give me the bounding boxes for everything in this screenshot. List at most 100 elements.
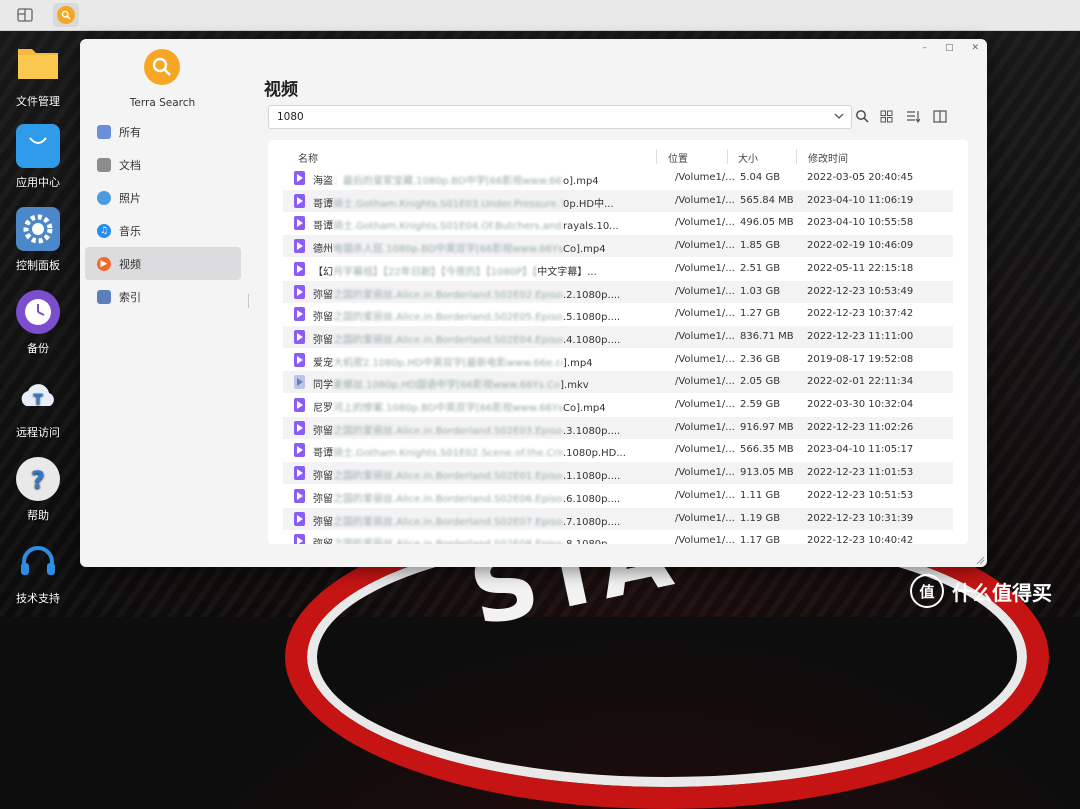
sidebar-item-documents[interactable]: 文档 xyxy=(85,148,241,181)
file-name-prefix: 弥留 xyxy=(313,516,333,528)
search-icon[interactable] xyxy=(853,107,871,125)
file-name-prefix: 爱宠 xyxy=(313,357,333,369)
file-name-obscured: 骑士.Gotham.Knights.S01E04.Of.Butchers.and… xyxy=(333,221,563,233)
file-size: 1.85 GB xyxy=(740,240,781,252)
sidebar-item-video[interactable]: ▶ 视频 xyxy=(85,247,241,280)
table-row[interactable]: 弥留之国的爱丽丝.Alice.in.Borderland.S02E02.Epis… xyxy=(283,280,953,303)
desktop-icon-file-manager[interactable]: 文件管理 xyxy=(0,43,76,109)
desktop-icon-control-panel[interactable]: 控制面板 xyxy=(0,207,76,273)
sidebar-resize-handle[interactable] xyxy=(248,294,249,308)
desktop-icon-help[interactable]: ? 帮助 xyxy=(0,457,76,523)
music-icon: ♫ xyxy=(97,223,111,238)
desktop-icon-remote-access[interactable]: T 远程访问 xyxy=(0,374,76,440)
watermark: 值 什么值得买 xyxy=(910,574,1052,608)
close-icon[interactable]: ✕ xyxy=(971,43,979,53)
file-modified: 2022-03-30 10:32:04 xyxy=(807,399,914,410)
column-header-size[interactable]: 大小 xyxy=(738,150,758,165)
file-size: 5.04 GB xyxy=(740,172,781,183)
file-name-suffix: .5.1080p.... xyxy=(563,312,621,324)
table-row[interactable]: 哥谭骑士.Gotham.Knights.S01E02.Scene.of.the.… xyxy=(283,439,953,461)
file-name: 哥谭骑士.Gotham.Knights.S01E02.Scene.of.the.… xyxy=(313,444,638,459)
file-size: 2.51 GB xyxy=(740,262,781,274)
sidebar-item-index[interactable]: 索引 xyxy=(85,280,241,313)
file-name-suffix: .6.1080p.... xyxy=(563,493,621,505)
resize-grip-icon[interactable] xyxy=(975,555,985,565)
file-name-suffix: o].mp4 xyxy=(563,176,599,187)
desktop-icon-app-center[interactable]: 应用中心 xyxy=(0,124,76,190)
table-row[interactable]: 同学麦娜丝.1080p.HD国语中字[66影视www.66Ys.Co].mkv /… xyxy=(283,371,953,394)
file-name: 尼罗河上的惨案.1080p.BD中英双字[66影视www.66Ys.Co].mp… xyxy=(313,399,638,414)
search-field[interactable] xyxy=(268,105,852,129)
video-file-icon xyxy=(294,466,305,481)
file-location: /Volume1/... xyxy=(675,172,735,183)
table-row[interactable]: 弥留之国的爱丽丝.Alice.in.Borderland.S02E07.Epis… xyxy=(283,507,953,530)
table-row[interactable]: 弥留之国的爱丽丝.Alice.in.Borderland.S02E05.Epis… xyxy=(283,303,953,325)
table-row[interactable]: 哥谭骑士.Gotham.Knights.S01E03.Under.Pressur… xyxy=(283,189,953,212)
sidebar-item-photos[interactable]: 照片 xyxy=(85,181,241,214)
file-name-suffix: .4.1080p.... xyxy=(563,334,621,346)
file-name: 弥留之国的爱丽丝.Alice.in.Borderland.S02E05.Epis… xyxy=(313,308,638,323)
file-name-suffix: .7.1080p.... xyxy=(563,516,621,528)
file-location: /Volume1/... xyxy=(675,489,735,501)
file-name-prefix: 德州 xyxy=(313,244,333,256)
taskbar-terra-search-icon[interactable] xyxy=(53,3,79,27)
file-name: 哥谭骑士.Gotham.Knights.S01E04.Of.Butchers.a… xyxy=(313,217,638,232)
desktop-icon-label: 技术支持 xyxy=(16,592,60,605)
column-divider[interactable] xyxy=(796,149,797,164)
file-name-prefix: 海盗 xyxy=(313,176,333,187)
chevron-down-icon[interactable] xyxy=(833,110,845,122)
file-location: /Volume1/... xyxy=(675,376,735,388)
file-location: /Volume1/... xyxy=(675,467,735,479)
desktop-icon-tech-support[interactable]: 技术支持 xyxy=(0,540,76,606)
file-name: 弥留之国的爱丽丝.Alice.in.Borderland.S02E04.Epis… xyxy=(313,331,638,346)
desktop-icon-backup[interactable]: 备份 xyxy=(0,290,76,356)
table-row[interactable]: 哥谭骑士.Gotham.Knights.S01E04.Of.Butchers.a… xyxy=(283,212,953,234)
table-row[interactable]: 弥留之国的爱丽丝.Alice.in.Borderland.S02E01.Epis… xyxy=(283,462,953,485)
window-switcher-icon[interactable] xyxy=(12,3,38,27)
table-row[interactable]: 海盗：最后的皇家宝藏.1080p.BD中字[66影视www.66Ys.Co].m… xyxy=(283,167,953,189)
maximize-icon[interactable]: □ xyxy=(945,43,954,53)
table-row[interactable]: 尼罗河上的惨案.1080p.BD中英双字[66影视www.66Ys.Co].mp… xyxy=(283,394,953,416)
search-input[interactable] xyxy=(275,110,819,124)
file-name-prefix: 【幻 xyxy=(313,266,333,278)
column-divider[interactable] xyxy=(727,149,728,164)
desktop-icon-label: 文件管理 xyxy=(16,95,60,108)
column-divider[interactable] xyxy=(656,149,657,164)
panel-toggle-icon[interactable] xyxy=(931,107,949,125)
file-name: 【幻月字幕组】【22年日剧】【今夜的】【1080P】【中文字幕】... xyxy=(313,263,638,278)
table-row[interactable]: 【幻月字幕组】【22年日剧】【今夜的】【1080P】【中文字幕】... /Volu… xyxy=(283,258,953,280)
table-row[interactable]: 弥留之国的爱丽丝.Alice.in.Borderland.S02E08.Epis… xyxy=(283,530,953,544)
file-name-obscured: 之国的爱丽丝.Alice.in.Borderland.S02E01.Episod… xyxy=(333,471,563,483)
sidebar-item-label: 音乐 xyxy=(119,224,141,238)
file-name: 弥留之国的爱丽丝.Alice.in.Borderland.S02E08.Epis… xyxy=(313,535,638,544)
file-modified: 2022-12-23 11:02:26 xyxy=(807,421,914,433)
sort-icon[interactable] xyxy=(904,107,922,125)
file-name-obscured: 之国的爱丽丝.Alice.in.Borderland.S02E08.Episod… xyxy=(333,535,563,544)
terra-search-window: – □ ✕ Terra Search 所有 文档 照片 ♫ 音乐 ▶ 视频 索引… xyxy=(80,39,987,567)
table-row[interactable]: 弥留之国的爱丽丝.Alice.in.Borderland.S02E04.Epis… xyxy=(283,325,953,348)
folder-icon xyxy=(16,43,60,87)
file-location: /Volume1/... xyxy=(675,444,735,456)
window-controls: – □ ✕ xyxy=(922,39,979,57)
table-row[interactable]: 爱宠大机密2.1080p.HD中英双字[最新电影www.66e.co].mp4 /… xyxy=(283,349,953,371)
column-header-location[interactable]: 位置 xyxy=(668,150,688,165)
file-location: /Volume1/... xyxy=(675,285,735,297)
minimize-icon[interactable]: – xyxy=(922,43,927,53)
file-name-prefix: 弥留 xyxy=(313,312,333,324)
sidebar-item-all[interactable]: 所有 xyxy=(85,115,241,148)
file-name-obscured: 之国的爱丽丝.Alice.in.Borderland.S02E07.Episod… xyxy=(333,516,563,528)
table-row[interactable]: 德州电锯杀人狂.1080p.BD中英双字[66影视www.66Ys.Co].mp… xyxy=(283,235,953,258)
file-modified: 2022-12-23 10:51:53 xyxy=(807,489,914,501)
file-name-suffix: rayals.10... xyxy=(563,221,619,233)
file-size: 1.19 GB xyxy=(740,512,781,524)
file-modified: 2022-12-23 10:53:49 xyxy=(807,285,914,297)
file-size: 2.59 GB xyxy=(740,399,781,410)
grid-view-icon[interactable] xyxy=(877,107,895,125)
table-row[interactable]: 弥留之国的爱丽丝.Alice.in.Borderland.S02E03.Epis… xyxy=(283,416,953,439)
video-file-icon xyxy=(294,352,305,367)
table-row[interactable]: 弥留之国的爱丽丝.Alice.in.Borderland.S02E06.Epis… xyxy=(283,485,953,507)
sidebar: Terra Search 所有 文档 照片 ♫ 音乐 ▶ 视频 索引 xyxy=(80,39,250,567)
sidebar-item-music[interactable]: ♫ 音乐 xyxy=(85,214,241,247)
column-header-modified[interactable]: 修改时间 xyxy=(808,150,848,165)
column-header-name[interactable]: 名称 xyxy=(298,150,318,165)
